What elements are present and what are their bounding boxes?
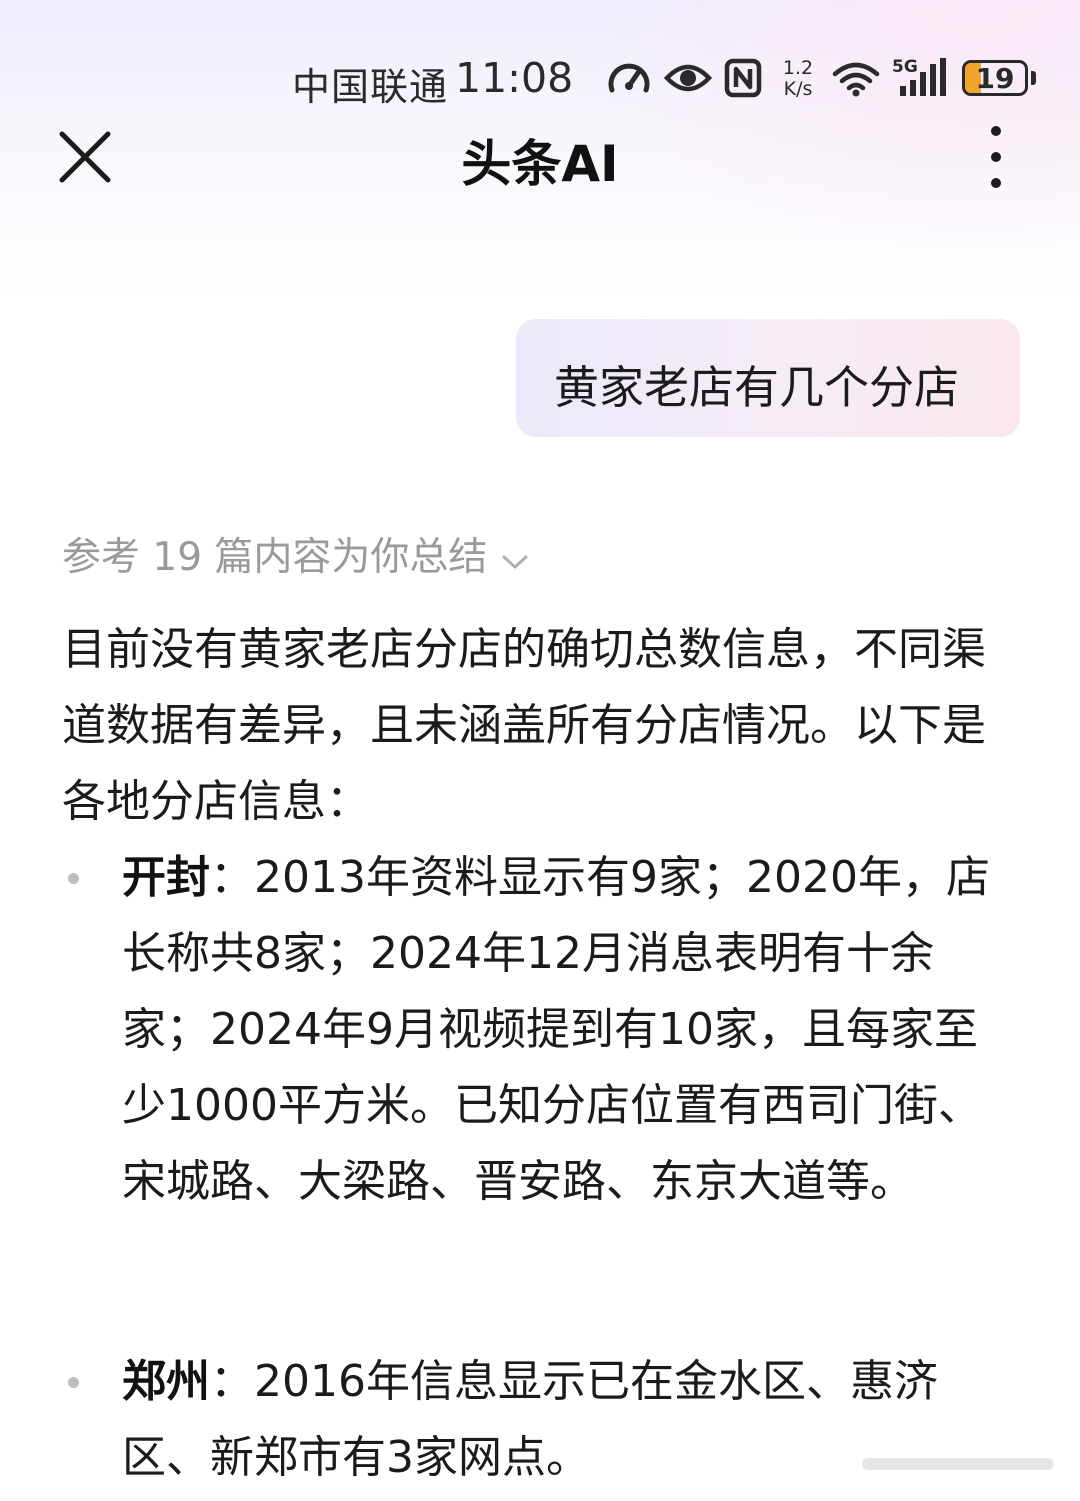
close-button[interactable]	[56, 128, 114, 186]
network-speed: 1.2 K/s	[778, 58, 818, 100]
bullet-dot	[68, 873, 79, 884]
nfc-icon	[724, 58, 762, 102]
carrier-name: 中国联通	[292, 65, 449, 109]
list-item-label: 开封	[122, 852, 210, 903]
list-item-label: 郑州	[122, 1356, 210, 1407]
battery-level: 19	[975, 62, 1015, 95]
list-item-content: 开封：2013年资料显示有9家；2020年，店长称共8家；2024年12月消息表…	[122, 840, 1002, 1220]
list-item-text: ：2016年信息显示已在金水区、惠济区、新郑市有3家网点。	[122, 1356, 938, 1483]
ai-answer: 目前没有黄家老店分店的确切总数信息，不同渠道数据有差异，且未涵盖所有分店情况。以…	[62, 612, 1028, 1483]
user-message-bubble: 黄家老店有几个分店	[516, 319, 1020, 437]
network-type-label: 5G	[892, 57, 918, 77]
bullet-dot	[68, 1377, 79, 1388]
more-vertical-icon	[991, 126, 1001, 188]
user-message-text: 黄家老店有几个分店	[554, 361, 960, 414]
speedometer-icon	[606, 58, 652, 102]
list-item-text: ：2013年资料显示有9家；2020年，店长称共8家；2024年12月消息表明有…	[122, 852, 990, 1207]
page-title: 头条AI	[461, 135, 619, 193]
wifi-icon	[832, 62, 880, 102]
eye-icon	[663, 58, 713, 102]
battery-tip	[1031, 71, 1036, 85]
close-icon	[59, 131, 111, 183]
status-time: 11:08	[455, 54, 574, 102]
signal-icon: 5G	[892, 56, 950, 104]
reference-summary-toggle[interactable]: 参考 19 篇内容为你总结	[62, 526, 529, 582]
network-speed-unit: K/s	[783, 78, 813, 100]
network-speed-value: 1.2	[782, 57, 814, 79]
gesture-handle	[860, 1452, 1056, 1476]
answer-intro: 目前没有黄家老店分店的确切总数信息，不同渠道数据有差异，且未涵盖所有分店情况。以…	[62, 624, 986, 827]
reference-summary-text: 参考 19 篇内容为你总结	[62, 535, 488, 580]
more-options-button[interactable]	[976, 124, 1016, 190]
battery-icon: 19	[962, 60, 1028, 96]
status-bar: 中国联通 11:08 1.2 K/s 5G 19	[0, 52, 1080, 109]
chevron-down-icon	[501, 537, 529, 582]
